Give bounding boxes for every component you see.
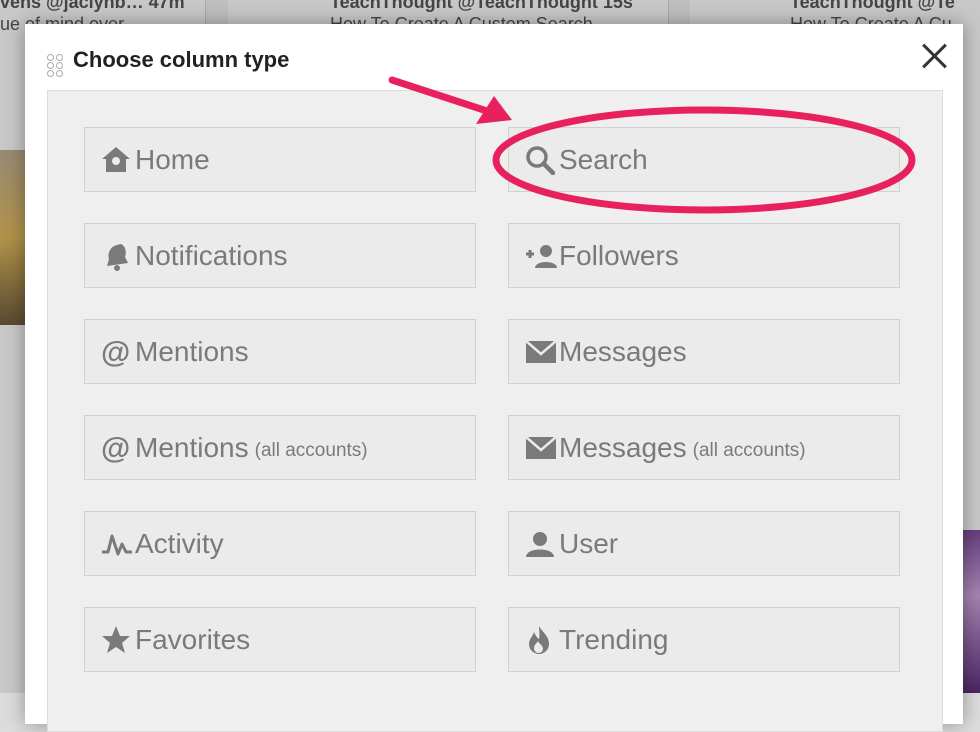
column-type-label: Activity	[135, 527, 224, 559]
column-type-mentions-all-accounts[interactable]: @ Mentions (all accounts)	[84, 415, 476, 480]
at-icon: @	[101, 337, 135, 367]
column-type-favorites[interactable]: Favorites	[84, 607, 476, 672]
column-type-panel: Home Search Notifications Followers @ Me…	[47, 90, 943, 732]
activity-icon	[101, 529, 135, 559]
column-type-label: Mentions	[135, 335, 249, 367]
column-type-home[interactable]: Home	[84, 127, 476, 192]
column-type-activity[interactable]: Activity	[84, 511, 476, 576]
svg-text:@: @	[101, 433, 130, 463]
column-type-messages[interactable]: Messages	[508, 319, 900, 384]
column-type-messages-all-accounts[interactable]: Messages (all accounts)	[508, 415, 900, 480]
close-button[interactable]	[919, 40, 949, 70]
column-type-label: Followers	[559, 239, 679, 271]
column-type-user[interactable]: User	[508, 511, 900, 576]
svg-text:@: @	[101, 337, 130, 367]
column-type-sublabel: (all accounts)	[254, 439, 368, 461]
column-type-trending[interactable]: Trending	[508, 607, 900, 672]
column-type-label: Home	[135, 143, 210, 175]
column-type-mentions[interactable]: @ Mentions	[84, 319, 476, 384]
envelope-icon	[525, 433, 559, 463]
column-type-notifications[interactable]: Notifications	[84, 223, 476, 288]
modal-title: Choose column type	[73, 47, 290, 72]
star-icon	[101, 625, 135, 655]
drag-handle-icon[interactable]	[47, 54, 67, 77]
column-type-label: User	[559, 527, 619, 559]
home-icon	[101, 145, 135, 175]
column-type-sublabel: (all accounts)	[692, 439, 806, 461]
column-type-label: Notifications	[135, 239, 288, 271]
column-type-label: Favorites	[135, 623, 251, 655]
column-type-label: Trending	[559, 623, 669, 655]
choose-column-modal: Choose column type Home Search Notificat…	[25, 24, 963, 732]
add-follower-icon	[525, 241, 559, 271]
column-type-label: Messages	[559, 335, 687, 367]
envelope-icon	[525, 337, 559, 367]
column-type-label: Mentions	[135, 431, 249, 463]
user-icon	[525, 529, 559, 559]
at-icon: @	[101, 433, 135, 463]
bell-icon	[101, 241, 135, 271]
column-type-label: Search	[559, 143, 648, 175]
flame-icon	[525, 625, 559, 655]
search-icon	[525, 145, 559, 175]
column-type-followers[interactable]: Followers	[508, 223, 900, 288]
column-type-label: Messages	[559, 431, 687, 463]
column-type-search[interactable]: Search	[508, 127, 900, 192]
